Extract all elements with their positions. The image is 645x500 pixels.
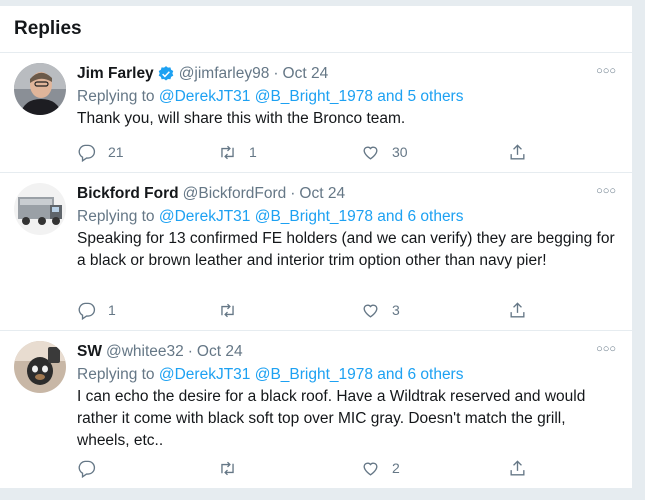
like-count: 30 <box>392 144 408 160</box>
meta-separator: · <box>187 343 193 360</box>
tweet-meta: SW @whitee32 · Oct 24 <box>77 342 616 362</box>
replying-prefix: Replying to <box>77 208 155 225</box>
share-icon <box>510 301 525 318</box>
tweet-content: Bickford Ford @BickfordFord · Oct 24 Rep… <box>77 184 616 272</box>
replying-to-link[interactable]: @DerekJT31 @B_Bright_1978 and 6 others <box>159 366 464 383</box>
like-count: 2 <box>392 460 400 476</box>
retweet-icon <box>221 145 234 159</box>
share-button[interactable] <box>508 141 527 163</box>
meta-separator: · <box>290 185 296 202</box>
reply-icon <box>78 302 96 320</box>
author-name[interactable]: SW <box>77 342 102 362</box>
tweet-content: SW @whitee32 · Oct 24 Replying to @Derek… <box>77 342 616 452</box>
share-button[interactable] <box>508 457 527 479</box>
reply-button[interactable] <box>77 457 108 479</box>
avatar[interactable] <box>14 63 66 115</box>
avatar[interactable] <box>14 183 66 235</box>
tweet-item[interactable]: ○○○ Jim Farley @jimfarley98 · Oct 24 Rep… <box>0 53 632 173</box>
replies-title: Replies <box>14 18 82 39</box>
tweet-item[interactable]: ○○○ SW @whitee32 · Oct 24 Replying to @D… <box>0 331 632 488</box>
retweet-button[interactable] <box>218 299 249 321</box>
like-button[interactable]: 3 <box>361 299 400 321</box>
reply-icon <box>78 144 96 162</box>
like-button[interactable]: 2 <box>361 457 400 479</box>
reply-count: 21 <box>108 144 124 160</box>
author-handle[interactable]: @jimfarley98 <box>179 64 270 84</box>
heart-icon <box>363 462 378 476</box>
tweet-date[interactable]: Oct 24 <box>299 184 345 204</box>
tweet-date[interactable]: Oct 24 <box>283 64 329 84</box>
heart-icon <box>363 304 378 318</box>
tweet-meta: Jim Farley @jimfarley98 · Oct 24 <box>77 64 616 84</box>
author-name[interactable]: Jim Farley <box>77 64 154 84</box>
replying-prefix: Replying to <box>77 88 155 105</box>
share-icon <box>510 143 525 160</box>
replying-to: Replying to @DerekJT31 @B_Bright_1978 an… <box>77 364 616 386</box>
replies-panel: Replies ○○○ Jim Farley @jimfarley98 · Oc… <box>0 6 633 488</box>
reply-button[interactable]: 21 <box>77 141 124 163</box>
avatar[interactable] <box>14 341 66 393</box>
retweet-icon <box>221 461 234 475</box>
share-button[interactable] <box>508 299 527 321</box>
tweet-actions: 1 3 <box>77 299 537 321</box>
tweet-actions: 2 <box>77 457 537 479</box>
replying-to-link[interactable]: @DerekJT31 @B_Bright_1978 and 5 others <box>159 88 464 105</box>
reply-icon <box>78 460 96 478</box>
tweet-content: Jim Farley @jimfarley98 · Oct 24 Replyin… <box>77 64 616 130</box>
retweet-count: 1 <box>249 144 257 160</box>
author-handle[interactable]: @whitee32 <box>106 342 184 362</box>
tweet-text: I can echo the desire for a black roof. … <box>77 388 586 449</box>
replying-to-link[interactable]: @DerekJT31 @B_Bright_1978 and 6 others <box>159 208 464 225</box>
tweet-text: Thank you, will share this with the Bron… <box>77 110 406 127</box>
tweet-text: Speaking for 13 confirmed FE holders (an… <box>77 230 615 269</box>
author-name[interactable]: Bickford Ford <box>77 184 179 204</box>
replying-to: Replying to @DerekJT31 @B_Bright_1978 an… <box>77 86 616 108</box>
author-handle[interactable]: @BickfordFord <box>183 184 287 204</box>
reply-count: 1 <box>108 302 116 318</box>
heart-icon <box>363 146 378 160</box>
tweet-actions: 21 1 30 <box>77 141 537 163</box>
retweet-icon <box>221 303 234 317</box>
retweet-button[interactable] <box>218 457 249 479</box>
retweet-button[interactable]: 1 <box>218 141 257 163</box>
tweet-item[interactable]: ○○○ Bickford Ford @BickfordFord · Oct 24… <box>0 173 632 331</box>
reply-button[interactable]: 1 <box>77 299 116 321</box>
verified-badge-icon <box>158 66 173 81</box>
meta-separator: · <box>273 65 279 82</box>
like-button[interactable]: 30 <box>361 141 408 163</box>
tweet-date[interactable]: Oct 24 <box>197 342 243 362</box>
tweet-meta: Bickford Ford @BickfordFord · Oct 24 <box>77 184 616 204</box>
like-count: 3 <box>392 302 400 318</box>
replies-header: Replies <box>0 6 632 53</box>
share-icon <box>510 459 525 476</box>
replying-to: Replying to @DerekJT31 @B_Bright_1978 an… <box>77 206 616 228</box>
replying-prefix: Replying to <box>77 366 155 383</box>
